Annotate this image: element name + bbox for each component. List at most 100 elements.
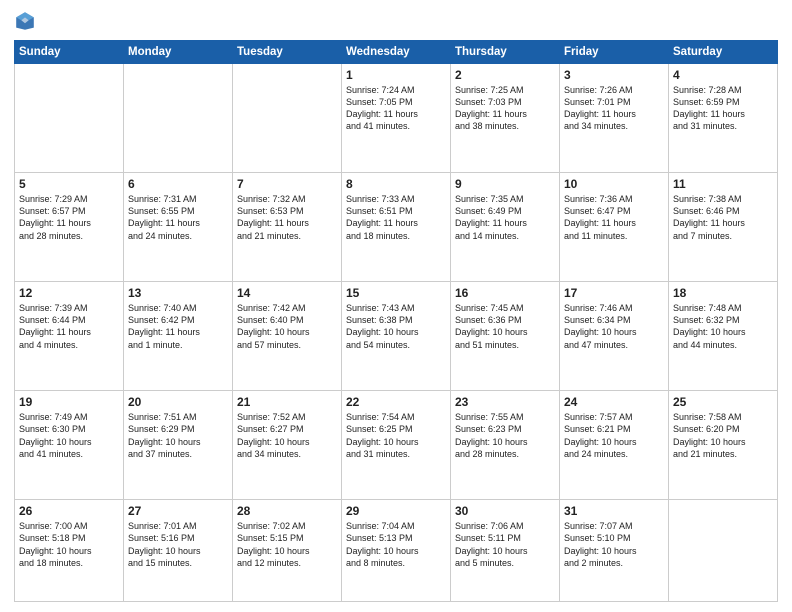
week-row-3: 19 Sunrise: 7:49 AM Sunset: 6:30 PM Dayli… <box>15 391 778 500</box>
day-number: 23 <box>455 395 555 409</box>
day-13: 13Sunrise: 7:40 AM Sunset: 6:42 PM Dayli… <box>124 282 233 391</box>
col-header-friday: Friday <box>560 41 669 64</box>
day-number: 22 <box>346 395 446 409</box>
day-info: Sunrise: 7:42 AM Sunset: 6:40 PM Dayligh… <box>237 302 337 351</box>
day-info: Sunrise: 7:52 AM Sunset: 6:27 PM Dayligh… <box>237 411 337 460</box>
day-number: 29 <box>346 504 446 518</box>
day-number: 18 <box>673 286 773 300</box>
day-number: 2 <box>455 68 555 82</box>
day-8: 8Sunrise: 7:33 AM Sunset: 6:51 PM Daylig… <box>342 173 451 282</box>
day-number: 10 <box>564 177 664 191</box>
day-29: 29 Sunrise: 7:04 AM Sunset: 5:13 PM Dayli… <box>342 500 451 602</box>
day-12: 12 Sunrise: 7:39 AM Sunset: 6:44 PM Dayli… <box>15 282 124 391</box>
logo-icon <box>14 10 36 32</box>
day-number: 26 <box>19 504 119 518</box>
day-24: 24 Sunrise: 7:57 AM Sunset: 6:21 PM Dayli… <box>560 391 669 500</box>
day-info: Sunrise: 7:31 AM Sunset: 6:55 PM Dayligh… <box>128 193 228 242</box>
day-2: 2 Sunrise: 7:25 AM Sunset: 7:03 PM Daylig… <box>451 64 560 173</box>
day-15: 15 Sunrise: 7:43 AM Sunset: 6:38 PM Dayli… <box>342 282 451 391</box>
col-header-wednesday: Wednesday <box>342 41 451 64</box>
day-info: Sunrise: 7:33 AM Sunset: 6:51 PM Dayligh… <box>346 193 446 242</box>
day-number: 15 <box>346 286 446 300</box>
day-number: 16 <box>455 286 555 300</box>
day-number: 28 <box>237 504 337 518</box>
day-info: Sunrise: 7:07 AM Sunset: 5:10 PM Dayligh… <box>564 520 664 569</box>
day-info: Sunrise: 7:46 AM Sunset: 6:34 PM Dayligh… <box>564 302 664 351</box>
day-info: Sunrise: 7:58 AM Sunset: 6:20 PM Dayligh… <box>673 411 773 460</box>
day-info: Sunrise: 7:49 AM Sunset: 6:30 PM Dayligh… <box>19 411 119 460</box>
week-row-4: 26 Sunrise: 7:00 AM Sunset: 5:18 PM Dayli… <box>15 500 778 602</box>
day-info: Sunrise: 7:38 AM Sunset: 6:46 PM Dayligh… <box>673 193 773 242</box>
day-info: Sunrise: 7:26 AM Sunset: 7:01 PM Dayligh… <box>564 84 664 133</box>
day-20: 20Sunrise: 7:51 AM Sunset: 6:29 PM Dayli… <box>124 391 233 500</box>
day-headers-row: SundayMondayTuesdayWednesdayThursdayFrid… <box>15 41 778 64</box>
day-number: 9 <box>455 177 555 191</box>
day-16: 16 Sunrise: 7:45 AM Sunset: 6:36 PM Dayli… <box>451 282 560 391</box>
day-info: Sunrise: 7:54 AM Sunset: 6:25 PM Dayligh… <box>346 411 446 460</box>
day-number: 17 <box>564 286 664 300</box>
day-info: Sunrise: 7:00 AM Sunset: 5:18 PM Dayligh… <box>19 520 119 569</box>
day-4: 4Sunrise: 7:28 AM Sunset: 6:59 PM Daylig… <box>669 64 778 173</box>
day-25: 25 Sunrise: 7:58 AM Sunset: 6:20 PM Dayli… <box>669 391 778 500</box>
header <box>14 10 778 32</box>
week-row-1: 5 Sunrise: 7:29 AM Sunset: 6:57 PM Daylig… <box>15 173 778 282</box>
day-number: 14 <box>237 286 337 300</box>
day-number: 31 <box>564 504 664 518</box>
day-number: 13 <box>128 286 228 300</box>
day-info: Sunrise: 7:57 AM Sunset: 6:21 PM Dayligh… <box>564 411 664 460</box>
day-31: 31 Sunrise: 7:07 AM Sunset: 5:10 PM Dayli… <box>560 500 669 602</box>
day-30: 30 Sunrise: 7:06 AM Sunset: 5:11 PM Dayli… <box>451 500 560 602</box>
day-21: 21 Sunrise: 7:52 AM Sunset: 6:27 PM Dayli… <box>233 391 342 500</box>
day-info: Sunrise: 7:24 AM Sunset: 7:05 PM Dayligh… <box>346 84 446 133</box>
day-info: Sunrise: 7:04 AM Sunset: 5:13 PM Dayligh… <box>346 520 446 569</box>
day-info: Sunrise: 7:43 AM Sunset: 6:38 PM Dayligh… <box>346 302 446 351</box>
col-header-saturday: Saturday <box>669 41 778 64</box>
day-number: 4 <box>673 68 773 82</box>
day-info: Sunrise: 7:01 AM Sunset: 5:16 PM Dayligh… <box>128 520 228 569</box>
day-9: 9 Sunrise: 7:35 AM Sunset: 6:49 PM Daylig… <box>451 173 560 282</box>
logo <box>14 10 40 32</box>
week-row-2: 12 Sunrise: 7:39 AM Sunset: 6:44 PM Dayli… <box>15 282 778 391</box>
day-number: 27 <box>128 504 228 518</box>
empty-cell <box>233 64 342 173</box>
day-11: 11 Sunrise: 7:38 AM Sunset: 6:46 PM Dayli… <box>669 173 778 282</box>
day-info: Sunrise: 7:25 AM Sunset: 7:03 PM Dayligh… <box>455 84 555 133</box>
day-number: 25 <box>673 395 773 409</box>
empty-cell <box>15 64 124 173</box>
page: SundayMondayTuesdayWednesdayThursdayFrid… <box>0 0 792 612</box>
day-26: 26 Sunrise: 7:00 AM Sunset: 5:18 PM Dayli… <box>15 500 124 602</box>
day-number: 19 <box>19 395 119 409</box>
day-number: 1 <box>346 68 446 82</box>
day-number: 3 <box>564 68 664 82</box>
col-header-tuesday: Tuesday <box>233 41 342 64</box>
calendar-table: SundayMondayTuesdayWednesdayThursdayFrid… <box>14 40 778 602</box>
day-info: Sunrise: 7:29 AM Sunset: 6:57 PM Dayligh… <box>19 193 119 242</box>
day-info: Sunrise: 7:06 AM Sunset: 5:11 PM Dayligh… <box>455 520 555 569</box>
day-5: 5 Sunrise: 7:29 AM Sunset: 6:57 PM Daylig… <box>15 173 124 282</box>
empty-cell <box>124 64 233 173</box>
day-28: 28Sunrise: 7:02 AM Sunset: 5:15 PM Dayli… <box>233 500 342 602</box>
day-number: 7 <box>237 177 337 191</box>
day-1: 1 Sunrise: 7:24 AM Sunset: 7:05 PM Daylig… <box>342 64 451 173</box>
day-number: 12 <box>19 286 119 300</box>
week-row-0: 1 Sunrise: 7:24 AM Sunset: 7:05 PM Daylig… <box>15 64 778 173</box>
day-info: Sunrise: 7:39 AM Sunset: 6:44 PM Dayligh… <box>19 302 119 351</box>
day-27: 27 Sunrise: 7:01 AM Sunset: 5:16 PM Dayli… <box>124 500 233 602</box>
day-number: 20 <box>128 395 228 409</box>
day-info: Sunrise: 7:36 AM Sunset: 6:47 PM Dayligh… <box>564 193 664 242</box>
day-info: Sunrise: 7:35 AM Sunset: 6:49 PM Dayligh… <box>455 193 555 242</box>
day-info: Sunrise: 7:45 AM Sunset: 6:36 PM Dayligh… <box>455 302 555 351</box>
day-number: 21 <box>237 395 337 409</box>
day-19: 19 Sunrise: 7:49 AM Sunset: 6:30 PM Dayli… <box>15 391 124 500</box>
day-6: 6 Sunrise: 7:31 AM Sunset: 6:55 PM Daylig… <box>124 173 233 282</box>
day-number: 30 <box>455 504 555 518</box>
day-number: 24 <box>564 395 664 409</box>
day-number: 6 <box>128 177 228 191</box>
day-23: 23 Sunrise: 7:55 AM Sunset: 6:23 PM Dayli… <box>451 391 560 500</box>
day-info: Sunrise: 7:55 AM Sunset: 6:23 PM Dayligh… <box>455 411 555 460</box>
day-3: 3 Sunrise: 7:26 AM Sunset: 7:01 PM Daylig… <box>560 64 669 173</box>
day-number: 11 <box>673 177 773 191</box>
day-info: Sunrise: 7:48 AM Sunset: 6:32 PM Dayligh… <box>673 302 773 351</box>
day-number: 5 <box>19 177 119 191</box>
day-info: Sunrise: 7:32 AM Sunset: 6:53 PM Dayligh… <box>237 193 337 242</box>
